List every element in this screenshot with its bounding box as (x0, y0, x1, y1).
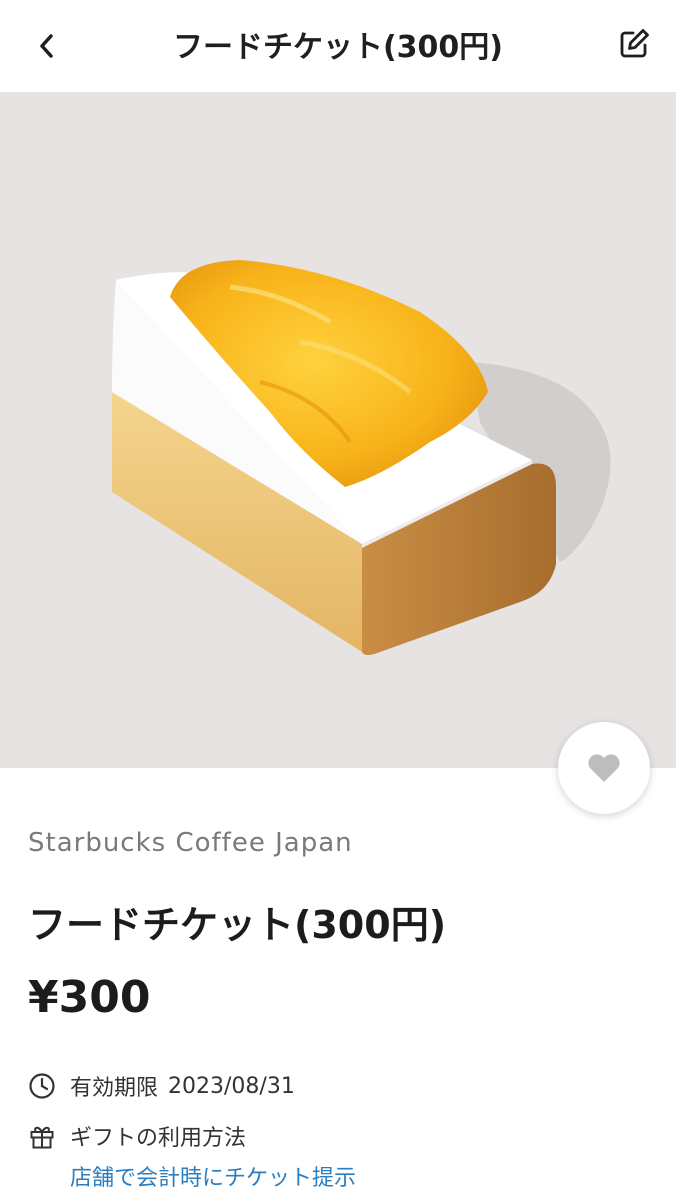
expiry-row: 有効期限 2023/08/31 (28, 1070, 295, 1102)
page-title: フードチケット(300円) (172, 30, 504, 65)
edit-pencil-icon (620, 29, 649, 58)
product-image (0, 92, 676, 768)
expiry-label: 有効期限 (70, 1076, 159, 1101)
brand-name: Starbucks Coffee Japan (28, 828, 353, 858)
cake-image (112, 260, 611, 655)
chevron-left-icon (40, 34, 53, 58)
gift-icon (28, 1122, 56, 1150)
favorite-button[interactable] (558, 722, 650, 814)
gift-usage-link[interactable]: 店舗で会計時にチケット提示 (70, 1160, 356, 1192)
heart-icon (588, 754, 620, 782)
back-button[interactable] (26, 24, 66, 68)
app-header: フードチケット(300円) (0, 0, 676, 92)
edit-button[interactable] (612, 22, 656, 66)
clock-icon (28, 1072, 56, 1100)
gift-usage-label: ギフトの利用方法 (70, 1126, 247, 1151)
product-price: ¥300 (28, 972, 151, 1023)
product-name: フードチケット(300円) (28, 903, 447, 947)
expiry-date: 2023/08/31 (168, 1073, 295, 1099)
gift-usage-row: ギフトの利用方法 (28, 1120, 246, 1152)
